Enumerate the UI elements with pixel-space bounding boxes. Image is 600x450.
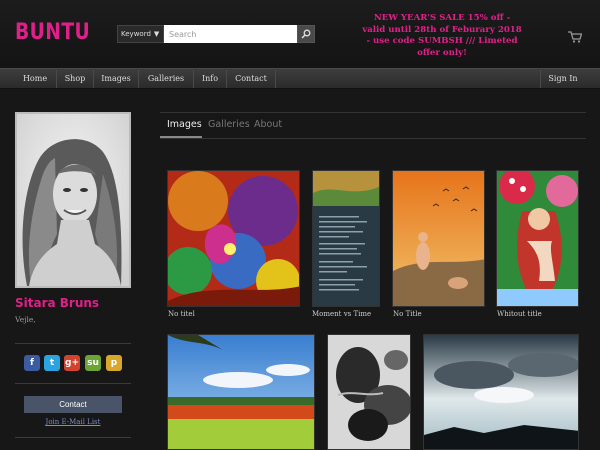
gallery-caption[interactable]: Moment vs Time: [312, 310, 371, 318]
tabs-divider-top: [160, 112, 586, 113]
pinterest-icon: p: [110, 358, 118, 368]
googleplus-icon: g+: [65, 358, 79, 368]
stumbleupon-button[interactable]: su: [85, 355, 101, 371]
header: BUNTU Keyword ▼ NEW YEAR'S SALE 15% off …: [0, 0, 600, 68]
nav-home[interactable]: Home: [15, 69, 55, 89]
cart-icon: [568, 31, 583, 43]
gallery-thumb[interactable]: [392, 170, 485, 307]
tab-galleries[interactable]: Galleries: [208, 119, 250, 130]
artwork-image: [168, 171, 299, 306]
profile-name[interactable]: Sitara Bruns: [15, 296, 99, 310]
search-bar: Keyword ▼: [117, 25, 315, 43]
nav-galleries[interactable]: Galleries: [140, 69, 192, 89]
artwork-image: [393, 171, 484, 306]
tab-active-indicator: [160, 136, 202, 138]
gallery-caption[interactable]: No Title: [393, 310, 422, 318]
main-nav: Home Shop Images Galleries Info Contact …: [0, 68, 600, 89]
profile-portrait: [17, 114, 129, 286]
nav-images[interactable]: Images: [95, 69, 137, 89]
gallery-thumb[interactable]: [312, 170, 380, 307]
contact-button[interactable]: Contact: [24, 396, 122, 413]
gallery-caption[interactable]: No titel: [168, 310, 195, 318]
chevron-down-icon: ▼: [153, 30, 160, 38]
search-type-select[interactable]: Keyword ▼: [117, 25, 164, 43]
twitter-icon: t: [49, 358, 55, 368]
gallery-caption[interactable]: Whitout title: [497, 310, 542, 318]
tab-about[interactable]: About: [254, 119, 282, 130]
promo-banner: NEW YEAR'S SALE 15% off - valid until 28…: [362, 13, 522, 58]
nav-sign-in[interactable]: Sign In: [542, 69, 584, 89]
gallery-thumb[interactable]: [496, 170, 579, 307]
stumbleupon-icon: su: [87, 358, 99, 368]
search-button[interactable]: [297, 25, 315, 43]
search-type-label: Keyword: [121, 30, 151, 38]
pinterest-button[interactable]: p: [106, 355, 122, 371]
gallery-thumb[interactable]: [167, 170, 300, 307]
divider: [15, 343, 131, 344]
artwork-image: [313, 171, 379, 306]
googleplus-button[interactable]: g+: [64, 355, 80, 371]
nav-shop[interactable]: Shop: [58, 69, 92, 89]
nav-contact[interactable]: Contact: [228, 69, 274, 89]
gallery-thumb[interactable]: [423, 334, 579, 450]
divider: [15, 437, 131, 438]
search-icon: [301, 29, 311, 39]
gallery-thumb[interactable]: [167, 334, 315, 450]
profile-location: Vejle,: [15, 315, 36, 324]
email-list-link[interactable]: Join E-Mail List: [15, 418, 131, 426]
artwork-image: [424, 335, 578, 449]
artwork-image: [497, 171, 578, 306]
facebook-icon: f: [30, 358, 34, 368]
artwork-image: [328, 335, 410, 449]
tab-images[interactable]: Images: [167, 119, 202, 130]
gallery-thumb[interactable]: [327, 334, 411, 450]
facebook-button[interactable]: f: [24, 355, 40, 371]
artwork-image: [168, 335, 314, 449]
nav-info[interactable]: Info: [195, 69, 225, 89]
profile-photo[interactable]: [15, 112, 131, 288]
search-input[interactable]: [164, 25, 297, 43]
divider: [15, 383, 131, 384]
tabs-divider-bottom: [160, 138, 586, 139]
site-logo[interactable]: BUNTU: [15, 20, 90, 45]
cart-button[interactable]: [568, 28, 583, 47]
twitter-button[interactable]: t: [44, 355, 60, 371]
